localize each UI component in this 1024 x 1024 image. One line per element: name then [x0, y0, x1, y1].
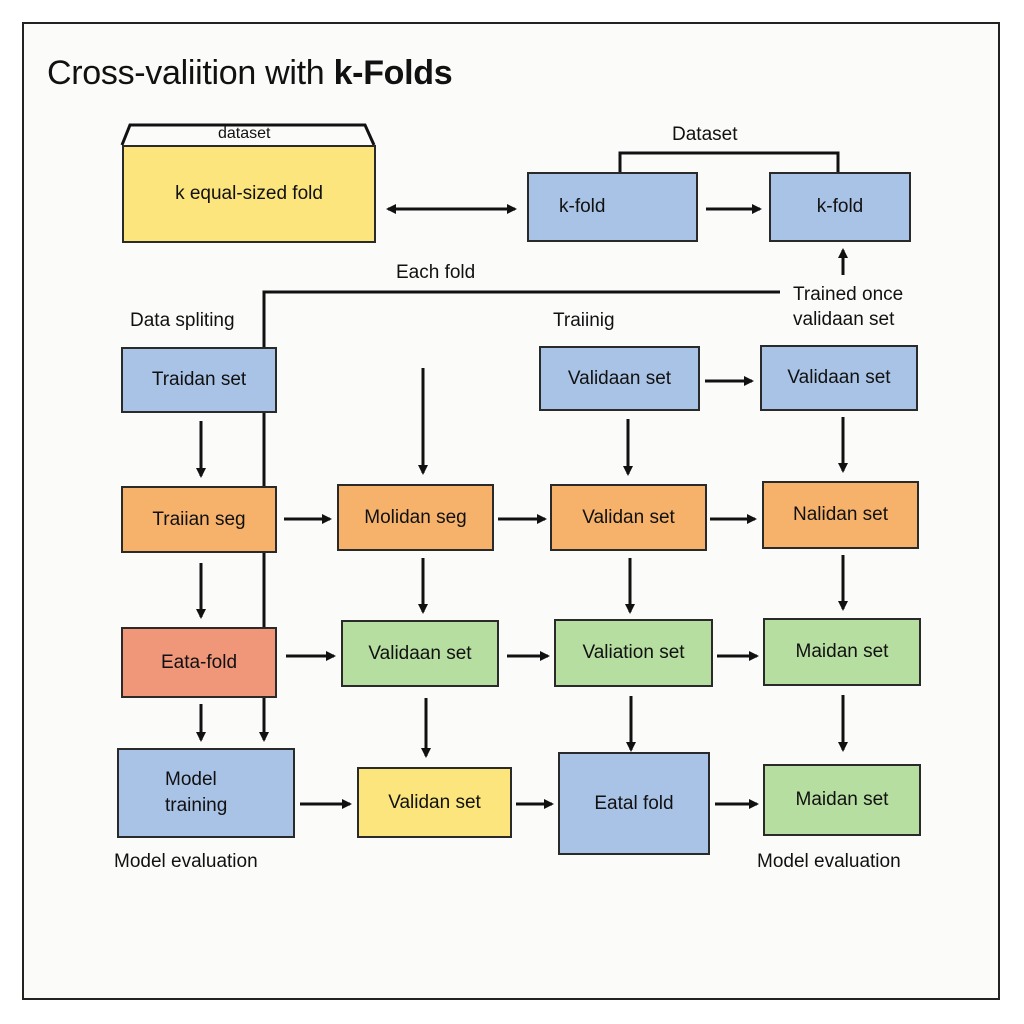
data-spliting-label: Data spliting: [130, 310, 235, 331]
grid-r1-c3: Validaan set: [539, 346, 700, 411]
grid-r1-c4-label: Validaan set: [787, 367, 891, 389]
grid-r4-c3-label: Eatal fold: [594, 792, 674, 814]
grid-r4-c2: Validan set: [357, 767, 512, 838]
grid-r4-c4: Maidan set: [763, 764, 921, 836]
grid-r1-c4: Validaan set: [760, 345, 918, 411]
grid-r3-c1: Eata-fold: [121, 627, 277, 698]
dataset-header: Dataset: [672, 124, 738, 145]
dataset-bracket: [618, 151, 840, 173]
model-evaluation-right: Model evaluation: [757, 851, 901, 872]
training-label: Traiinig: [553, 310, 615, 331]
grid-r4-c1-label: Model training: [165, 769, 228, 816]
grid-r2-c4-label: Nalidan set: [792, 504, 889, 526]
grid-r1-c3-label: Validaan set: [567, 367, 672, 389]
grid-r3-c4-label: Maidan set: [795, 641, 889, 663]
kfold-left-label: k-fold: [559, 196, 606, 218]
grid-r4-c2-label: Validan set: [388, 791, 481, 813]
grid-r4-c1: Model training: [117, 748, 295, 838]
dataset-box-label: k equal-sized fold: [175, 183, 323, 205]
each-fold-label: Each fold: [396, 262, 476, 283]
trained-once-label: Trained once validaan set: [793, 284, 904, 330]
grid-r2-c2-label: Molidan seg: [364, 506, 467, 528]
grid-r3-c3-label: Valiation set: [582, 642, 685, 664]
kfold-right-label: k-fold: [816, 196, 864, 218]
grid-r1-c1: Traidan set: [121, 347, 277, 413]
grid-r1-c1-label: Traidan set: [151, 369, 247, 391]
grid-r2-c2: Molidan seg: [337, 484, 494, 551]
dataset-box: k equal-sized fold: [122, 145, 376, 243]
grid-r4-c4-label: Maidan set: [795, 789, 889, 811]
kfold-box-left: k-fold: [527, 172, 698, 242]
grid-r3-c2-label: Validaan set: [368, 642, 472, 664]
grid-r2-c3-label: Validan set: [582, 506, 675, 528]
grid-r3-c3: Valiation set: [554, 619, 713, 687]
grid-r3-c1-label: Eata-fold: [160, 651, 238, 673]
grid-r2-c3: Validan set: [550, 484, 707, 551]
grid-r3-c4: Maidan set: [763, 618, 921, 686]
grid-r2-c4: Nalidan set: [762, 481, 919, 549]
kfold-box-right: k-fold: [769, 172, 911, 242]
grid-r3-c2: Validaan set: [341, 620, 499, 687]
grid-r2-c1: Traiian seg: [121, 486, 277, 553]
grid-r2-c1-label: Traiian seg: [152, 508, 246, 530]
model-evaluation-left: Model evaluation: [114, 851, 258, 872]
dataset-tab-label: dataset: [218, 125, 271, 142]
grid-r4-c3: Eatal fold: [558, 752, 710, 855]
